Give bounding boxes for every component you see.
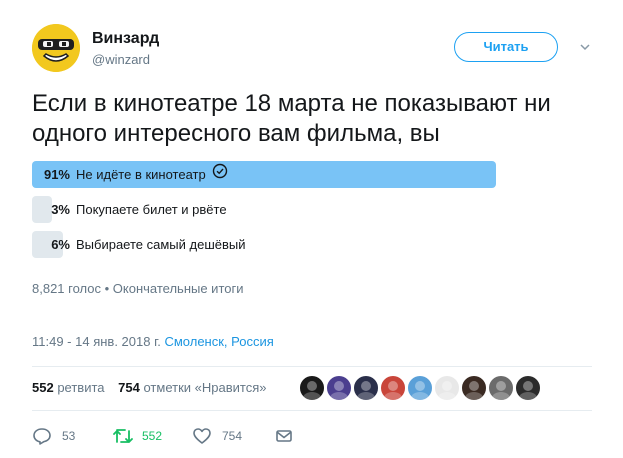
retweets-stat[interactable]: 552 ретвита <box>32 380 105 395</box>
poll: 91% Не идёте в кинотеатр 3% Покупаете би… <box>32 161 544 266</box>
poll-label-text: Не идёте в кинотеатр <box>76 167 206 182</box>
poll-option: 3% Покупаете билет и рвёте <box>32 196 544 223</box>
chevron-down-icon[interactable] <box>578 40 592 54</box>
poll-label: Не идёте в кинотеатр <box>76 161 228 188</box>
poll-label: Покупаете билет и рвёте <box>76 202 227 217</box>
reply-count: 53 <box>62 429 76 443</box>
liker-avatar[interactable] <box>461 375 487 401</box>
liker-avatar[interactable] <box>488 375 514 401</box>
location-link[interactable]: Смоленск, Россия <box>164 334 273 349</box>
reply-icon <box>33 428 51 445</box>
envelope-icon <box>276 430 292 442</box>
timestamp-time[interactable]: 11:49 - 14 янв. 2018 г. <box>32 334 161 349</box>
avatar[interactable] <box>32 24 80 72</box>
retweet-icon <box>113 429 133 443</box>
author-handle[interactable]: @winzard <box>92 52 159 67</box>
likes-label: отметки «Нравится» <box>143 380 267 395</box>
tweet-stats: 552 ретвита 754 отметки «Нравится» <box>32 380 266 395</box>
poll-option: 6% Выбираете самый дешёвый <box>32 231 544 258</box>
liker-avatar[interactable] <box>299 375 325 401</box>
poll-percent: 91% <box>43 167 70 182</box>
retweets-label: ретвита <box>57 380 105 395</box>
author-info: Винзард @winzard <box>92 30 159 67</box>
liker-avatar[interactable] <box>407 375 433 401</box>
check-circle-icon <box>212 161 228 188</box>
poll-percent: 6% <box>51 237 70 252</box>
tweet-text: Если в кинотеатре 18 марта не показывают… <box>32 90 551 147</box>
retweets-count: 552 <box>32 380 54 395</box>
likes-stat[interactable]: 754 отметки «Нравится» <box>118 380 266 395</box>
liker-avatar[interactable] <box>380 375 406 401</box>
author-name[interactable]: Винзард <box>92 30 159 48</box>
retweet-count: 552 <box>142 429 163 443</box>
divider <box>32 366 592 367</box>
liker-avatar[interactable] <box>353 375 379 401</box>
liker-avatar[interactable] <box>434 375 460 401</box>
divider <box>32 410 592 411</box>
poll-percent: 3% <box>51 202 70 217</box>
poll-option: 91% Не идёте в кинотеатр <box>32 161 544 188</box>
poll-meta: 8,821 голос • Окончательные итоги <box>32 281 244 296</box>
like-count: 754 <box>222 429 243 443</box>
liker-avatar[interactable] <box>326 375 352 401</box>
timestamp: 11:49 - 14 янв. 2018 г. Смоленск, Россия <box>32 334 274 349</box>
poll-label: Выбираете самый дешёвый <box>76 237 246 252</box>
heart-icon <box>193 428 211 444</box>
liker-avatar[interactable] <box>515 375 541 401</box>
likes-count: 754 <box>118 380 140 395</box>
follow-button[interactable]: Читать <box>454 32 558 62</box>
